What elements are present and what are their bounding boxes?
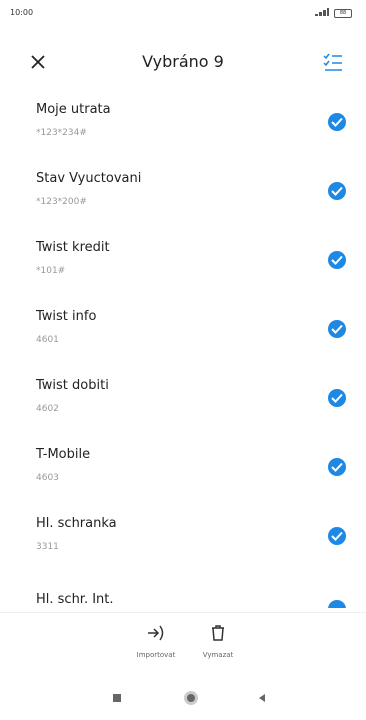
item-code: *101#: [36, 266, 66, 276]
contact-list: Moje utrata *123*234# Stav Vyuctovani *1…: [0, 94, 366, 577]
item-name: T-Mobile: [36, 447, 91, 462]
battery-icon: 88: [334, 9, 352, 18]
item-name: Moje utrata: [36, 102, 111, 117]
item-code: *123*200#: [36, 197, 87, 207]
import-button[interactable]: Importovat: [126, 623, 186, 659]
item-name: Twist info: [36, 309, 97, 324]
item-name: Hl. schr. Int.: [36, 592, 114, 607]
delete-button[interactable]: Vymazat: [188, 623, 248, 659]
checkmark-icon[interactable]: [328, 458, 346, 476]
select-all-icon[interactable]: [322, 51, 344, 73]
item-name: Stav Vyuctovani: [36, 171, 142, 186]
item-code: 4603: [36, 473, 59, 483]
bottom-toolbar: Importovat Vymazat: [0, 612, 366, 665]
delete-label: Vymazat: [202, 651, 234, 659]
system-nav-bar: [0, 680, 366, 720]
item-code: 4601: [36, 335, 59, 345]
signal-icon: [315, 8, 329, 16]
checkmark-icon[interactable]: [328, 527, 346, 545]
list-item[interactable]: Moje utrata *123*234#: [0, 94, 366, 163]
home-icon[interactable]: [183, 690, 199, 706]
checkmark-icon[interactable]: [328, 182, 346, 200]
item-code: 4602: [36, 404, 59, 414]
checkmark-icon[interactable]: [328, 251, 346, 269]
checkmark-icon[interactable]: [328, 113, 346, 131]
item-name: Hl. schranka: [36, 516, 117, 531]
recents-icon[interactable]: [111, 692, 123, 704]
list-item[interactable]: Twist kredit *101#: [0, 232, 366, 301]
item-name: Twist kredit: [36, 240, 110, 255]
checkmark-icon[interactable]: [328, 320, 346, 338]
import-label: Importovat: [136, 651, 176, 659]
app-bar: Vybráno 9: [0, 40, 366, 84]
item-code: 3311: [36, 542, 59, 552]
list-item[interactable]: Hl. schr. Int.: [0, 590, 366, 608]
status-time: 10:00: [10, 8, 34, 17]
list-item[interactable]: Stav Vyuctovani *123*200#: [0, 163, 366, 232]
import-icon: [148, 625, 164, 641]
list-item[interactable]: Hl. schranka 3311: [0, 508, 366, 577]
page-title: Vybráno 9: [142, 52, 224, 71]
checkmark-icon[interactable]: [328, 600, 346, 608]
trash-icon: [212, 625, 224, 641]
list-item[interactable]: Twist info 4601: [0, 301, 366, 370]
back-icon[interactable]: [256, 692, 268, 704]
item-code: *123*234#: [36, 128, 87, 138]
checkmark-icon[interactable]: [328, 389, 346, 407]
status-bar: 10:00 88: [0, 0, 366, 30]
item-name: Twist dobiti: [36, 378, 109, 393]
list-item[interactable]: T-Mobile 4603: [0, 439, 366, 508]
list-item[interactable]: Twist dobiti 4602: [0, 370, 366, 439]
